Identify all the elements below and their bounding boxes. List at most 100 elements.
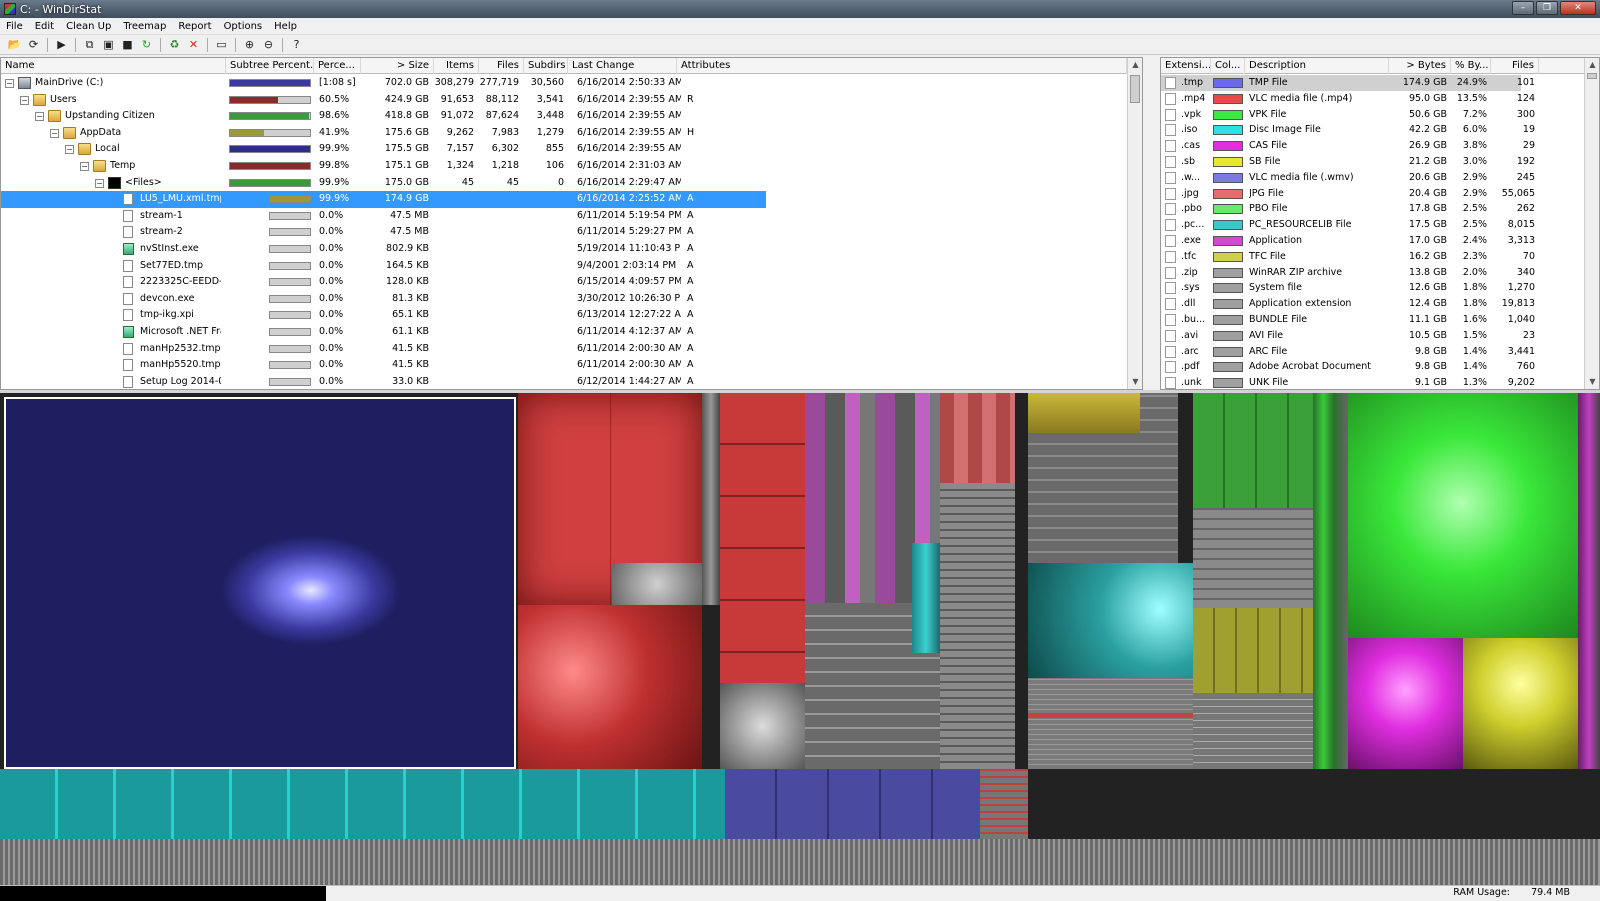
directory-row[interactable]: nvStInst.exe 0.0% 802.9 KB 5/19/2014 11:10:… <box>1 241 761 258</box>
extension-row[interactable]: .arc ARC File 9.8 GB 1.4% 3,441 <box>1161 344 1599 360</box>
scroll-up-arrow-icon[interactable]: ▲ <box>1585 58 1599 72</box>
recycle-icon[interactable]: ♻ <box>166 36 183 53</box>
copy-icon[interactable]: ⧉ <box>81 36 98 53</box>
tree-collapse-icon[interactable]: − <box>95 178 104 188</box>
scroll-thumb[interactable] <box>1587 73 1597 79</box>
directory-row[interactable]: Setup Log 2014-06... 0.0% 33.0 KB 6/12/2014… <box>1 374 761 389</box>
treemap-cell-sb[interactable] <box>1028 393 1140 433</box>
treemap-cell-gray[interactable] <box>702 393 720 605</box>
refresh-green-icon[interactable]: ↻ <box>138 36 155 53</box>
extension-row[interactable]: .cas CAS File 26.9 GB 3.8% 29 <box>1161 138 1599 154</box>
col-extension[interactable]: Extensi... <box>1161 58 1211 74</box>
delete-icon[interactable]: ✕ <box>185 36 202 53</box>
directory-row[interactable]: − Local 99.9% 175.5 GB 7,157 6,302 855 6/16/201… <box>1 141 761 158</box>
directory-row[interactable]: − AppData 41.9% 175.6 GB 9,262 7,983 1,279 6/16… <box>1 125 761 142</box>
extension-row[interactable]: .pc... PC_RESOURCELIB File 17.5 GB 2.5% 8,01… <box>1161 217 1599 233</box>
extension-row[interactable]: .mp4 VLC media file (.mp4) 95.0 GB 13.5% 124 <box>1161 91 1599 107</box>
tree-collapse-icon[interactable]: − <box>80 162 89 171</box>
treemap-cell-jpg[interactable] <box>940 393 1015 483</box>
tree-collapse-icon[interactable]: − <box>5 79 14 88</box>
menu-report[interactable]: Report <box>172 21 217 32</box>
col-files[interactable]: Files <box>479 58 524 74</box>
col-bytes[interactable]: > Bytes <box>1389 58 1451 74</box>
open-icon[interactable]: 📂 <box>6 36 23 53</box>
extension-row[interactable]: .zip WinRAR ZIP archive 13.8 GB 2.0% 340 <box>1161 265 1599 281</box>
vertical-splitter[interactable] <box>1143 57 1160 390</box>
treemap-cell-tmp-file[interactable] <box>4 397 516 769</box>
col-subtree-percent[interactable]: Subtree Percent... <box>226 58 314 74</box>
treemap-view[interactable] <box>0 393 1600 885</box>
minimize-button[interactable]: – <box>1512 1 1534 15</box>
extension-row[interactable]: .vpk VPK File 50.6 GB 7.2% 300 <box>1161 107 1599 123</box>
scroll-down-arrow-icon[interactable]: ▼ <box>1128 375 1142 389</box>
treemap-cell-sb[interactable] <box>1463 638 1578 769</box>
extension-row[interactable]: .tmp TMP File 174.9 GB 24.9% 101 <box>1161 75 1535 91</box>
tree-collapse-icon[interactable]: − <box>50 128 59 138</box>
treemap-cell-gray[interactable] <box>940 483 1015 769</box>
new-folder-icon[interactable]: ▭ <box>213 36 230 53</box>
extension-row[interactable]: .iso Disc Image File 42.2 GB 6.0% 19 <box>1161 122 1599 138</box>
extension-row[interactable]: .unk UNK File 9.1 GB 1.3% 9,202 <box>1161 375 1599 389</box>
col-attributes[interactable]: Attributes <box>677 58 1127 74</box>
treemap-cell-vpk[interactable] <box>1313 393 1348 769</box>
menu-file[interactable]: File <box>0 21 29 32</box>
extension-row[interactable]: .pdf Adobe Acrobat Document 9.8 GB 1.4% 760 <box>1161 359 1599 375</box>
extension-row[interactable]: .w... VLC media file (.wmv) 20.6 GB 2.9% 245 <box>1161 170 1599 186</box>
extension-row[interactable]: .avi AVI File 10.5 GB 1.5% 23 <box>1161 328 1599 344</box>
col-ext-files[interactable]: Files <box>1491 58 1539 74</box>
treemap-cell-gray[interactable] <box>1193 508 1313 608</box>
scroll-down-arrow-icon[interactable]: ▼ <box>1585 375 1599 389</box>
col-subdirs[interactable]: Subdirs <box>524 58 568 74</box>
extension-row[interactable]: .tfc TFC File 16.2 GB 2.3% 70 <box>1161 249 1599 265</box>
col-size[interactable]: > Size <box>361 58 434 74</box>
directory-row[interactable]: stream-2 0.0% 47.5 MB 6/11/2014 5:29:27 PM A <box>1 224 761 241</box>
directory-row[interactable]: − MainDrive (C:) [1:08 s] 702.0 GB 308,279 27… <box>1 75 761 92</box>
treemap-cell-jpg[interactable] <box>1028 713 1193 718</box>
close-button[interactable]: ✕ <box>1560 1 1596 15</box>
extension-list[interactable]: Extensi... Col... Description > Bytes % … <box>1160 57 1600 390</box>
explorer-icon[interactable]: ▣ <box>100 36 117 53</box>
extension-scrollbar[interactable]: ▲ ▼ <box>1584 58 1599 389</box>
treemap-cell-gray[interactable] <box>720 683 805 769</box>
play-icon[interactable]: ▶ <box>53 36 70 53</box>
treemap-cell-iso[interactable] <box>0 769 725 839</box>
tree-collapse-icon[interactable]: − <box>20 95 29 105</box>
directory-row[interactable]: stream-1 0.0% 47.5 MB 6/11/2014 5:19:54 PM A <box>1 208 761 225</box>
directory-row[interactable]: manHp2532.tmp 0.0% 41.5 KB 6/11/2014 2:00:3… <box>1 341 761 358</box>
extension-row[interactable]: .jpg JPG File 20.4 GB 2.9% 55,065 <box>1161 186 1599 202</box>
treemap-cell-gray[interactable] <box>1028 678 1193 769</box>
directory-row[interactable]: − Temp 99.8% 175.1 GB 1,324 1,218 106 6/16/2014… <box>1 158 761 175</box>
treemap-cell-gray[interactable] <box>612 563 702 605</box>
directory-scrollbar[interactable]: ▲ ▼ <box>1127 58 1142 389</box>
directory-row[interactable]: manHp5520.tmp 0.0% 41.5 KB 6/11/2014 2:00:3… <box>1 357 761 374</box>
treemap-cell-vpk[interactable] <box>1348 393 1600 638</box>
col-items[interactable]: Items <box>434 58 479 74</box>
zoom-in-icon[interactable]: ⊕ <box>241 36 258 53</box>
directory-row[interactable]: − Upstanding Citizen 98.6% 418.8 GB 91,072 87… <box>1 108 761 125</box>
col-description[interactable]: Description <box>1245 58 1389 74</box>
col-name[interactable]: Name <box>1 58 226 74</box>
col-percent-bytes[interactable]: % By... <box>1451 58 1491 74</box>
col-color[interactable]: Col... <box>1211 58 1245 74</box>
directory-row[interactable]: devcon.exe 0.0% 81.3 KB 3/30/2012 10:26:30 … <box>1 291 761 308</box>
menu-edit[interactable]: Edit <box>29 21 60 32</box>
directory-row[interactable]: 2223325C-EEDD-4F... 0.0% 128.0 KB 6/15/2014… <box>1 274 761 291</box>
treemap-cell-gray[interactable] <box>1193 693 1313 769</box>
treemap-cell-tfc[interactable] <box>1193 608 1313 693</box>
tree-collapse-icon[interactable]: − <box>65 145 74 155</box>
directory-list[interactable]: Name Subtree Percent... Perce... > Size … <box>0 57 1143 390</box>
directory-row[interactable]: Set77ED.tmp 0.0% 164.5 KB 9/4/2001 2:03:14 … <box>1 258 761 275</box>
menu-options[interactable]: Options <box>218 21 269 32</box>
maximize-button[interactable]: ❐ <box>1536 1 1558 15</box>
directory-row[interactable]: − <Files> 99.9% 175.0 GB 45 45 0 6/16/2014 2:29… <box>1 175 761 192</box>
directory-row[interactable]: tmp-ikg.xpi 0.0% 65.1 KB 6/13/2014 12:27:22… <box>1 307 761 324</box>
tree-collapse-icon[interactable]: − <box>35 112 44 122</box>
treemap-cell-wmv[interactable] <box>725 769 980 839</box>
treemap-cell-exe[interactable] <box>1578 393 1600 769</box>
treemap-cell-cas[interactable] <box>1348 638 1463 769</box>
directory-row[interactable]: − Users 60.5% 424.9 GB 91,653 88,112 3,541 6/16… <box>1 92 761 109</box>
scroll-thumb[interactable] <box>1130 75 1140 103</box>
menu-help[interactable]: Help <box>268 21 303 32</box>
windirstat-app-icon[interactable] <box>4 3 16 15</box>
directory-row[interactable]: LU5_LMU.xml.tmp 99.9% 174.9 GB 6/16/2014 2:… <box>1 191 766 208</box>
